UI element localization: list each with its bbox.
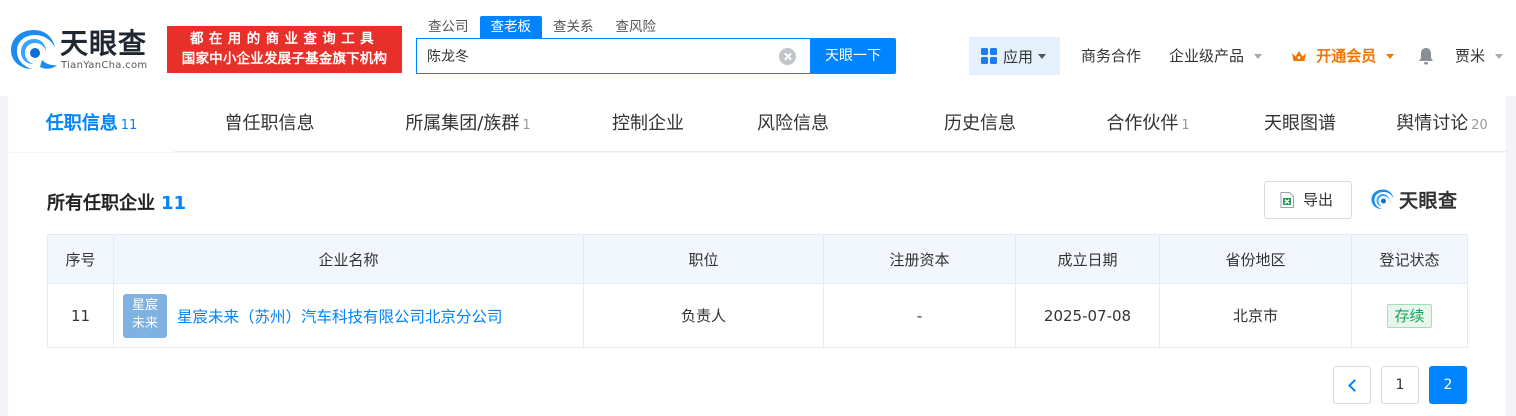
- search-button[interactable]: 天眼一下: [810, 38, 896, 74]
- search-tab-company[interactable]: 查公司: [417, 16, 480, 38]
- col-header-index: 序号: [47, 234, 114, 284]
- tab-label: 所属集团/族群: [405, 113, 520, 134]
- chevron-down-icon: [1253, 54, 1262, 59]
- clear-icon[interactable]: [779, 48, 796, 65]
- cell-region: 北京市: [1159, 283, 1352, 348]
- app-grid-icon: [981, 48, 997, 64]
- crown-icon: [1292, 51, 1306, 61]
- chevron-down-icon: [1386, 54, 1395, 59]
- top-header: 天眼查 TianYanCha.com 都在用的商业查询工具 国家中小企业发展子基…: [0, 0, 1516, 96]
- tab-count: 11: [120, 118, 138, 133]
- slogan-line1: 都在用的商业查询工具: [190, 31, 379, 47]
- search-type-tabs: 查公司 查老板 查关系 查风险: [417, 16, 667, 38]
- slogan-banner: 都在用的商业查询工具 国家中小企业发展子基金旗下机构: [167, 26, 402, 73]
- user-name: 贾米: [1455, 47, 1486, 65]
- tab-label: 控制企业: [612, 113, 684, 134]
- section-title-text: 所有任职企业: [47, 193, 155, 214]
- section-count: 11: [161, 193, 187, 214]
- col-header-company: 企业名称: [113, 234, 584, 284]
- chevron-left-icon: [1347, 379, 1361, 392]
- enterprise-products-label: 企业级产品: [1169, 47, 1245, 65]
- person-info-tabs: 任职信息 11 曾任职信息 所属集团/族群 1 控制企业 风险信息 历史信息 合作伙…: [8, 96, 1506, 152]
- col-header-founded: 成立日期: [1015, 234, 1160, 284]
- tab-graph[interactable]: 天眼图谱: [1220, 96, 1380, 151]
- logo-eye-icon: [1371, 189, 1394, 209]
- tab-label: 任职信息: [45, 113, 118, 134]
- avatar-line1: 星宸: [131, 297, 158, 313]
- tab-label: 风险信息: [757, 113, 829, 134]
- section-title: 所有任职企业 11: [47, 189, 186, 215]
- user-menu[interactable]: 贾米: [1455, 37, 1503, 75]
- company-name-link[interactable]: 星宸未来（苏州）汽车科技有限公司北京分公司: [177, 305, 503, 327]
- chevron-down-icon: [1494, 54, 1503, 59]
- status-badge: 存续: [1387, 303, 1432, 328]
- vip-label: 开通会员: [1316, 47, 1377, 65]
- export-label: 导出: [1303, 191, 1334, 209]
- col-header-region: 省份地区: [1159, 234, 1352, 284]
- cell-company: 星宸 未来 星宸未来（苏州）汽车科技有限公司北京分公司: [113, 283, 584, 348]
- tab-history-info[interactable]: 历史信息: [900, 96, 1060, 151]
- tab-label: 曾任职信息: [224, 113, 315, 134]
- chevron-down-icon: [1038, 53, 1047, 59]
- slogan-line2: 国家中小企业发展子基金旗下机构: [181, 51, 388, 67]
- vip-menu[interactable]: 开通会员: [1291, 37, 1395, 75]
- tab-public-opinion[interactable]: 舆情讨论 20: [1380, 96, 1504, 151]
- tab-risk-info[interactable]: 风险信息: [713, 96, 873, 151]
- export-button[interactable]: 导出: [1264, 181, 1352, 219]
- cell-position: 负责人: [583, 283, 824, 348]
- tianyancha-logo[interactable]: 天眼查 TianYanCha.com: [8, 26, 160, 76]
- positions-table: 序号 企业名称 职位 注册资本 成立日期 省份地区 登记状态 11 星宸 未来: [47, 234, 1468, 348]
- cell-founded: 2025-07-08: [1015, 283, 1160, 348]
- table-header-row: 序号 企业名称 职位 注册资本 成立日期 省份地区 登记状态: [47, 234, 1468, 284]
- tab-group[interactable]: 所属集团/族群 1: [378, 96, 558, 151]
- logo-domain: TianYanCha.com: [61, 60, 148, 71]
- search-tab-risk[interactable]: 查风险: [605, 16, 668, 38]
- cell-capital: -: [823, 283, 1016, 348]
- app-menu-button[interactable]: 应用: [969, 37, 1060, 75]
- tab-count: 1: [522, 118, 531, 133]
- brand-text: 天眼查: [1399, 189, 1458, 212]
- logo-text: 天眼查: [60, 27, 148, 60]
- avatar-line2: 未来: [131, 315, 158, 331]
- tab-count: 20: [1471, 118, 1488, 133]
- app-menu-label: 应用: [1003, 47, 1034, 66]
- col-header-position: 职位: [583, 234, 824, 284]
- tab-partners[interactable]: 合作伙伴 1: [1063, 96, 1233, 151]
- positions-card: 所有任职企业 11 导出 天眼查 序号 企业名称 职位 注册资本 成立日期 省份…: [8, 153, 1506, 416]
- company-avatar[interactable]: 星宸 未来: [123, 293, 167, 338]
- tab-label: 历史信息: [944, 113, 1016, 134]
- search-tab-boss[interactable]: 查老板: [479, 16, 542, 38]
- tab-label: 天眼图谱: [1264, 113, 1336, 134]
- cell-status: 存续: [1351, 283, 1468, 348]
- tab-controlled-companies[interactable]: 控制企业: [568, 96, 728, 151]
- col-header-status: 登记状态: [1351, 234, 1468, 284]
- brand-watermark: 天眼查: [1370, 185, 1458, 213]
- enterprise-products-menu[interactable]: 企业级产品: [1169, 37, 1262, 75]
- col-header-capital: 注册资本: [823, 234, 1016, 284]
- business-cooperation-link[interactable]: 商务合作: [1081, 37, 1141, 75]
- pager-page-1[interactable]: 1: [1381, 366, 1419, 404]
- tab-count: 1: [1181, 118, 1190, 133]
- table-row: 11 星宸 未来 星宸未来（苏州）汽车科技有限公司北京分公司 负责人 - 202…: [47, 283, 1468, 348]
- tab-label: 舆情讨论: [1396, 113, 1469, 134]
- logo-eye-icon: [11, 30, 57, 69]
- search-input[interactable]: [417, 39, 757, 73]
- search-tab-relation[interactable]: 查关系: [542, 16, 605, 38]
- pager-prev-button[interactable]: [1333, 366, 1371, 404]
- search-box: [416, 38, 812, 74]
- bell-icon[interactable]: [1417, 46, 1435, 66]
- cell-index: 11: [47, 283, 114, 348]
- tab-label: 合作伙伴: [1106, 113, 1179, 134]
- tab-current-positions[interactable]: 任职信息 11: [8, 96, 175, 151]
- pager-page-2[interactable]: 2: [1429, 366, 1467, 404]
- excel-icon: [1280, 192, 1294, 208]
- tab-former-positions[interactable]: 曾任职信息: [178, 96, 361, 151]
